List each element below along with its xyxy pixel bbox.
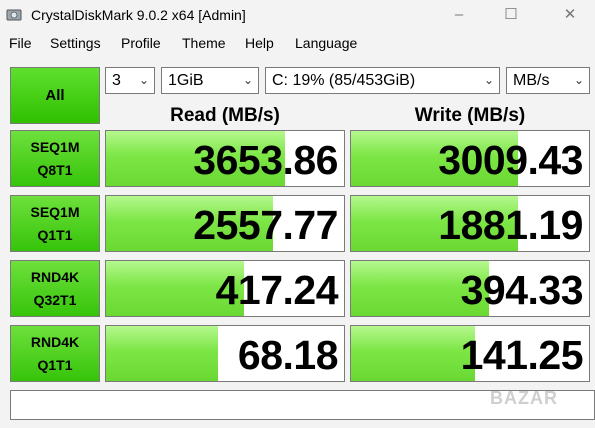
read-result-cell: 2557.77 — [105, 195, 345, 252]
test-name: SEQ1M — [30, 138, 80, 155]
write-result-cell: 394.33 — [350, 260, 590, 317]
menu-help[interactable]: Help — [245, 35, 274, 51]
test-queue: Q8T1 — [37, 161, 73, 178]
read-header: Read (MB/s) — [170, 105, 280, 126]
drive-select[interactable]: C: 19% (85/453GiB) ⌄ — [265, 67, 500, 94]
chevron-down-icon: ⌄ — [573, 73, 584, 87]
test-queue: Q1T1 — [37, 356, 73, 373]
write-result-value: 1881.19 — [438, 202, 583, 248]
test-size-value: 1GiB — [168, 72, 204, 89]
test-rnd4k-q32t1-button[interactable]: RND4K Q32T1 — [10, 260, 100, 317]
read-result-value: 2557.77 — [193, 202, 338, 248]
unit-select[interactable]: MB/s ⌄ — [506, 67, 590, 94]
chevron-down-icon: ⌄ — [483, 73, 494, 87]
write-result-value: 394.33 — [460, 267, 584, 313]
read-result-cell: 68.18 — [105, 325, 345, 382]
write-result-bar — [351, 326, 475, 381]
menu-theme[interactable]: Theme — [182, 35, 226, 51]
write-result-cell: 3009.43 — [350, 130, 590, 187]
watermark-text: BAZAR — [490, 388, 558, 408]
minimize-button[interactable]: – — [449, 5, 469, 25]
test-seq1m-q1t1-button[interactable]: SEQ1M Q1T1 — [10, 195, 100, 252]
write-result-cell: 1881.19 — [350, 195, 590, 252]
test-queue: Q32T1 — [33, 291, 77, 308]
run-all-button[interactable]: All — [10, 67, 100, 124]
read-result-value: 417.24 — [215, 267, 339, 313]
title-bar: CrystalDiskMark 9.0.2 x64 [Admin] – ☐ ✕ — [0, 0, 595, 30]
write-header: Write (MB/s) — [414, 105, 526, 126]
chevron-down-icon: ⌄ — [138, 73, 149, 87]
test-seq1m-q8t1-button[interactable]: SEQ1M Q8T1 — [10, 130, 100, 187]
read-result-cell: 417.24 — [105, 260, 345, 317]
maximize-button[interactable]: ☐ — [501, 5, 521, 25]
menu-bar: File Settings Profile Theme Help Languag… — [0, 32, 595, 54]
test-size-select[interactable]: 1GiB ⌄ — [161, 67, 259, 94]
test-count-select[interactable]: 3 ⌄ — [105, 67, 155, 94]
test-name: SEQ1M — [30, 203, 80, 220]
read-result-bar — [106, 326, 218, 381]
write-result-cell: 141.25 — [350, 325, 590, 382]
read-result-cell: 3653.86 — [105, 130, 345, 187]
menu-settings[interactable]: Settings — [50, 35, 101, 51]
close-button[interactable]: ✕ — [560, 5, 580, 25]
read-result-value: 3653.86 — [193, 137, 338, 183]
menu-profile[interactable]: Profile — [121, 35, 161, 51]
window-title: CrystalDiskMark 9.0.2 x64 [Admin] — [31, 7, 246, 23]
disk-app-icon — [6, 9, 22, 21]
read-result-value: 68.18 — [237, 332, 339, 378]
test-name: RND4K — [30, 268, 80, 285]
test-count-value: 3 — [112, 72, 121, 89]
write-result-value: 3009.43 — [438, 137, 583, 183]
test-queue: Q1T1 — [37, 226, 73, 243]
drive-value: C: 19% (85/453GiB) — [272, 72, 416, 89]
chevron-down-icon: ⌄ — [242, 73, 253, 87]
test-rnd4k-q1t1-button[interactable]: RND4K Q1T1 — [10, 325, 100, 382]
test-name: RND4K — [30, 333, 80, 350]
menu-language[interactable]: Language — [295, 35, 357, 51]
menu-file[interactable]: File — [9, 35, 32, 51]
write-result-value: 141.25 — [460, 332, 584, 378]
unit-value: MB/s — [513, 72, 550, 89]
